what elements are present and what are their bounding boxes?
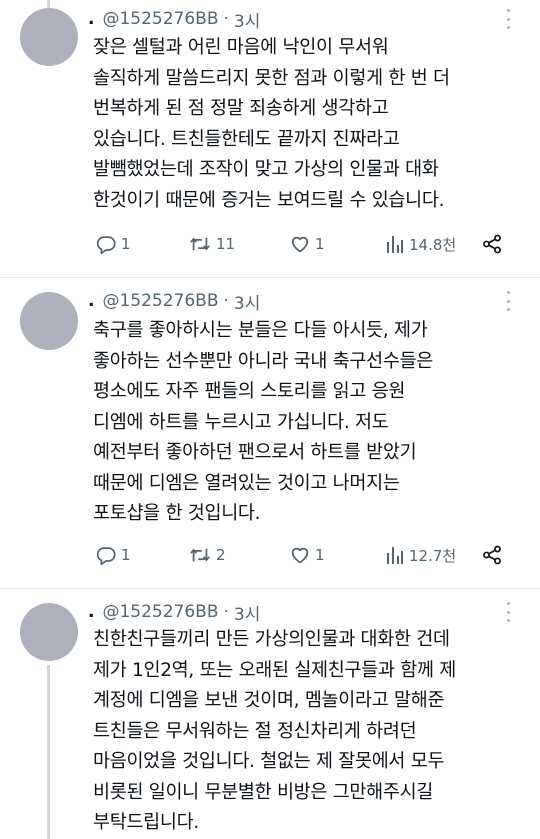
avatar[interactable]	[20, 603, 78, 661]
tweet-header: . @1525276BB · 3시	[88, 7, 260, 32]
like-count: 1	[315, 235, 325, 253]
text-line: 트친들은 무서워하는 절 정신차리게 하려던	[93, 720, 417, 742]
tweet-text: 친한친구들끼리 만든 가상의인물과 대화한 건데 제가 1인2역, 또는 오래된…	[93, 625, 533, 839]
separator: ·	[223, 291, 229, 311]
more-options-icon[interactable]	[506, 602, 510, 622]
view-count: 12.7천	[409, 546, 457, 565]
retweet-button[interactable]: 2	[188, 543, 226, 567]
share-icon	[483, 545, 501, 565]
timestamp[interactable]: 3시	[234, 600, 260, 625]
text-line: 계정에 디엠을 보낸 것이며, 멤놀이라고 말해준	[93, 690, 445, 711]
tweet-text: 잦은 셀털과 어린 마음에 낙인이 무서워 솔직하게 말씀드리지 못한 점과 이…	[93, 33, 533, 216]
text-line: 마음이었을 것입니다. 철없는 제 잘못에서 모두	[93, 751, 445, 772]
user-handle[interactable]: @1525276BB	[102, 9, 218, 29]
timestamp[interactable]: 3시	[234, 289, 260, 314]
share-icon	[483, 234, 501, 254]
like-count: 1	[315, 546, 325, 564]
views-button[interactable]: 12.7천	[385, 543, 456, 567]
reply-count: 1	[121, 546, 131, 564]
text-line: 포토샵을 한 것입니다.	[93, 503, 261, 524]
heart-icon	[291, 547, 309, 564]
action-bar: 1 11 1 14.8천	[93, 232, 513, 256]
tweet[interactable]: . @1525276BB · 3시 친한친구들끼리 만든 가상의인물과 대화한 …	[0, 589, 540, 839]
separator: ·	[223, 602, 229, 622]
retweet-icon	[190, 237, 210, 251]
text-line: 솔직하게 말씀드리지 못한 점과 이렇게 한 번 더	[93, 67, 450, 89]
text-line: 부탁드립니다.	[93, 812, 199, 833]
retweet-icon	[190, 548, 210, 562]
tweet[interactable]: . @1525276BB · 3시 잦은 셀털과 어린 마음에 낙인이 무서워 …	[0, 0, 540, 280]
user-handle[interactable]: @1525276BB	[102, 291, 218, 311]
text-line: 비롯된 일이니 무분별한 비방은 그만해주시길	[93, 781, 434, 803]
text-line: 잦은 셀털과 어린 마음에 낙인이 무서워	[93, 37, 389, 58]
text-line: 발뺌했었는데 조작이 맞고 가상의 인물과 대화	[93, 159, 439, 180]
heart-icon	[291, 236, 309, 253]
like-button[interactable]: 1	[289, 543, 325, 567]
timestamp[interactable]: 3시	[234, 7, 260, 32]
tweet-text: 축구를 좋아하시는 분들은 다들 아시듯, 제가 좋아하는 선수뿐만 아니라 국…	[93, 316, 533, 530]
views-chart-icon	[387, 547, 403, 564]
action-bar: 1 2 1 12.7천	[93, 543, 513, 567]
text-line: 축구를 좋아하시는 분들은 다들 아시듯, 제가	[93, 320, 428, 341]
retweet-count: 2	[216, 546, 226, 564]
share-button[interactable]	[481, 543, 503, 567]
name-prefix[interactable]: .	[88, 602, 94, 622]
reply-button[interactable]: 1	[95, 543, 131, 567]
name-prefix[interactable]: .	[88, 9, 94, 29]
more-options-icon[interactable]	[506, 9, 510, 29]
tweet-header: . @1525276BB · 3시	[88, 289, 260, 314]
tweet[interactable]: . @1525276BB · 3시 축구를 좋아하시는 분들은 다들 아시듯, …	[0, 278, 540, 590]
thread-line	[47, 0, 50, 8]
reply-icon	[96, 236, 116, 255]
text-line: 평소에도 자주 팬들의 스토리를 읽고 응원	[93, 381, 406, 402]
view-count: 14.8천	[409, 235, 457, 254]
text-line: 때문에 디엠은 열려있는 것이고 나머지는	[93, 472, 400, 494]
views-chart-icon	[387, 236, 403, 253]
tweet-header: . @1525276BB · 3시	[88, 600, 260, 625]
text-line: 디엠에 하트를 누르시고 가십니다. 저도	[93, 411, 389, 433]
text-line: 친한친구들끼리 만든 가상의인물과 대화한 건데	[93, 629, 450, 650]
user-handle[interactable]: @1525276BB	[102, 602, 218, 622]
separator: ·	[223, 9, 229, 29]
text-line: 제가 1인2역, 또는 오래된 실제친구들과 함께 제	[93, 659, 456, 681]
text-line: 번복하게 된 점 정말 죄송하게 생각하고	[93, 98, 389, 119]
text-line: 좋아하는 선수뿐만 아니라 국내 축구선수들은	[93, 350, 434, 372]
share-button[interactable]	[481, 232, 503, 256]
reply-button[interactable]: 1	[95, 232, 131, 256]
views-button[interactable]: 14.8천	[385, 232, 456, 256]
avatar[interactable]	[20, 292, 78, 350]
avatar[interactable]	[20, 8, 78, 66]
like-button[interactable]: 1	[289, 232, 325, 256]
reply-count: 1	[121, 235, 131, 253]
thread-line	[47, 665, 50, 839]
text-line: 있습니다. 트친들한테도 끝까지 진짜라고	[93, 128, 400, 150]
retweet-button[interactable]: 11	[188, 232, 235, 256]
more-options-icon[interactable]	[506, 291, 510, 311]
text-line: 한것이기 때문에 증거는 보여드릴 수 있습니다.	[93, 189, 445, 211]
name-prefix[interactable]: .	[88, 291, 94, 311]
reply-icon	[96, 547, 116, 566]
text-line: 예전부터 좋아하던 팬으로서 하트를 받았기	[93, 442, 417, 463]
retweet-count: 11	[216, 235, 236, 253]
